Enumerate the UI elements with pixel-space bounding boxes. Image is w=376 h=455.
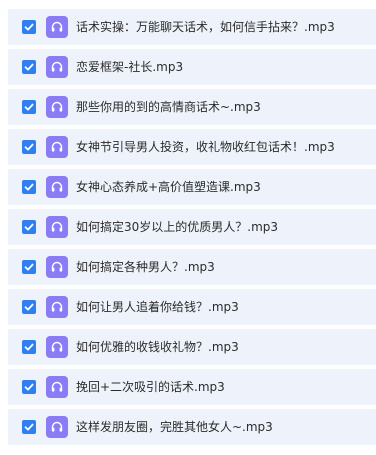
file-row[interactable]: 恋爱框架-社长.mp3 [8,49,376,85]
checkbox-checked-icon[interactable] [22,340,36,354]
audio-file-icon [46,376,68,398]
file-row[interactable]: 这样发朋友圈，完胜其他女人~.mp3 [8,409,376,445]
audio-file-icon [46,296,68,318]
checkbox-checked-icon[interactable] [22,60,36,74]
file-row[interactable]: 挽回+二次吸引的话术.mp3 [8,369,376,405]
file-row[interactable]: 女神心态养成+高价值塑造课.mp3 [8,169,376,205]
file-name: 挽回+二次吸引的话术.mp3 [76,380,225,394]
audio-file-icon [46,56,68,78]
checkbox-checked-icon[interactable] [22,300,36,314]
checkbox-checked-icon[interactable] [22,180,36,194]
file-row[interactable]: 如何优雅的收钱收礼物？.mp3 [8,329,376,365]
file-name: 如何搞定30岁以上的优质男人？.mp3 [76,220,279,234]
file-row[interactable]: 如何让男人追着你给钱？.mp3 [8,289,376,325]
audio-file-icon [46,256,68,278]
checkbox-checked-icon[interactable] [22,420,36,434]
audio-file-icon [46,136,68,158]
audio-file-icon [46,336,68,358]
checkbox-checked-icon[interactable] [22,20,36,34]
file-name: 这样发朋友圈，完胜其他女人~.mp3 [76,420,273,434]
audio-file-icon [46,16,68,38]
file-name: 恋爱框架-社长.mp3 [76,60,184,74]
audio-file-icon [46,416,68,438]
checkbox-checked-icon[interactable] [22,260,36,274]
audio-file-icon [46,216,68,238]
checkbox-checked-icon[interactable] [22,220,36,234]
file-name: 女神心态养成+高价值塑造课.mp3 [76,180,261,194]
audio-file-icon [46,96,68,118]
file-row[interactable]: 话术实操：万能聊天话术，如何信手拈来？.mp3 [8,9,376,45]
file-name: 那些你用的到的高情商话术~.mp3 [76,100,261,114]
checkbox-checked-icon[interactable] [22,100,36,114]
file-name: 话术实操：万能聊天话术，如何信手拈来？.mp3 [76,20,335,34]
file-name: 如何优雅的收钱收礼物？.mp3 [76,340,239,354]
file-row[interactable]: 如何搞定30岁以上的优质男人？.mp3 [8,209,376,245]
file-row[interactable]: 女神节引导男人投资，收礼物收红包话术！.mp3 [8,129,376,165]
checkbox-checked-icon[interactable] [22,380,36,394]
audio-file-icon [46,176,68,198]
file-name: 如何搞定各种男人？.mp3 [76,260,215,274]
file-list: 话术实操：万能聊天话术，如何信手拈来？.mp3 恋爱框架-社长.mp3 那些你用… [0,0,376,455]
file-row[interactable]: 如何搞定各种男人？.mp3 [8,249,376,285]
file-row[interactable]: 那些你用的到的高情商话术~.mp3 [8,89,376,125]
file-name: 女神节引导男人投资，收礼物收红包话术！.mp3 [76,140,335,154]
checkbox-checked-icon[interactable] [22,140,36,154]
file-name: 如何让男人追着你给钱？.mp3 [76,300,239,314]
